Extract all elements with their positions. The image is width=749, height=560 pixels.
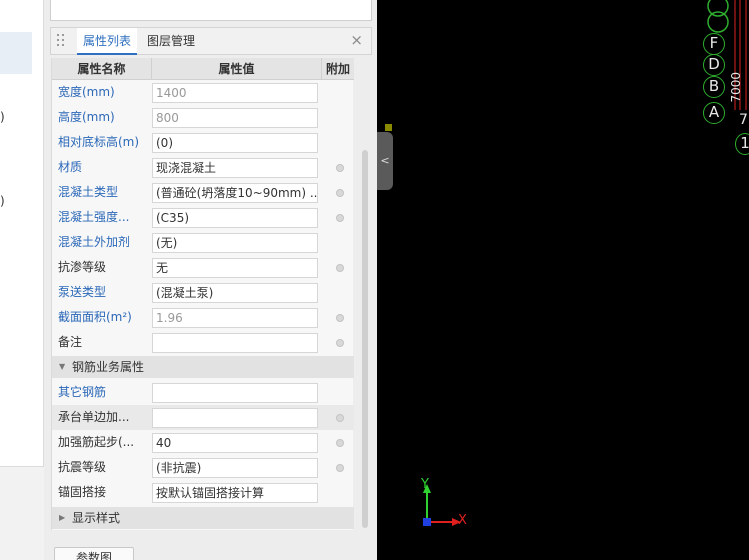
origin-square	[423, 518, 431, 526]
property-row-concrete-type[interactable]: 混凝土类型 (普通砼(坍落度10~90mm) ...	[52, 180, 354, 205]
extra-checkbox[interactable]	[336, 439, 344, 447]
property-value-input[interactable]: 无	[152, 258, 318, 278]
extra-checkbox[interactable]	[336, 264, 344, 272]
axis-circle-partial	[707, 11, 729, 33]
axis-marker-b[interactable]: B	[703, 76, 725, 98]
section-title: 显示样式	[72, 511, 121, 525]
axis-marker-1[interactable]: 1	[735, 133, 749, 155]
axis-marker-f[interactable]: F	[703, 33, 725, 55]
property-label: 承台单边加...	[58, 410, 130, 424]
axis-marker-d[interactable]: D	[703, 54, 725, 76]
axis-marker-a[interactable]: A	[703, 102, 725, 124]
property-label: 抗渗等级	[58, 260, 107, 274]
left-sidebar-text-1: )	[0, 110, 5, 124]
property-label: 材质	[58, 160, 83, 174]
parameter-diagram-button[interactable]: 参数图	[54, 547, 134, 560]
property-row-anchorage[interactable]: 锚固搭接 按默认锚固搭接计算	[52, 480, 354, 505]
extra-checkbox[interactable]	[336, 339, 344, 347]
property-row-impermeability[interactable]: 抗渗等级 无	[52, 255, 354, 280]
property-value-input[interactable]: (0)	[152, 133, 318, 153]
property-value-input[interactable]: 现浇混凝土	[152, 158, 318, 178]
extra-checkbox[interactable]	[336, 164, 344, 172]
extra-checkbox[interactable]	[336, 414, 344, 422]
property-value-input[interactable]: 800	[152, 108, 318, 128]
property-label: 混凝土外加剂	[58, 235, 131, 249]
cad-canvas[interactable]: F D B A 7000 7 1 X Y	[377, 0, 749, 560]
left-sidebar-text-2: )	[0, 194, 5, 208]
property-row-remark[interactable]: 备注	[52, 330, 354, 355]
section-display-style[interactable]: ▶ 显示样式	[52, 507, 354, 529]
left-sidebar-selected-item[interactable]	[0, 32, 32, 74]
extra-checkbox[interactable]	[336, 464, 344, 472]
property-value-input[interactable]	[152, 383, 318, 403]
dimension-text: 7	[739, 112, 748, 128]
property-value-input[interactable]	[152, 333, 318, 353]
property-value-input[interactable]: (C35)	[152, 208, 318, 228]
column-header-name: 属性名称	[52, 58, 152, 80]
property-row-concrete-strength[interactable]: 混凝土强度... (C35)	[52, 205, 354, 230]
property-value-input[interactable]: (混凝土泵)	[152, 283, 318, 303]
property-label: 锚固搭接	[58, 485, 107, 499]
tab-property-list[interactable]: 属性列表	[77, 28, 138, 55]
panel-tab-bar: 属性列表 图层管理 ×	[50, 27, 372, 55]
tab-layer-management[interactable]: 图层管理	[141, 28, 201, 55]
canvas-grip-point[interactable]	[385, 124, 392, 131]
property-label: 宽度(mm)	[58, 85, 115, 99]
property-value-input[interactable]: 1400	[152, 83, 318, 103]
property-row-seismic-grade[interactable]: 抗震等级 (非抗震)	[52, 455, 354, 480]
property-panel: 属性列表 图层管理 × 属性名称 属性值 附加 宽度(mm) 1400 高度(m…	[44, 0, 377, 560]
property-label: 截面面积(m²)	[58, 310, 132, 324]
property-label: 混凝土类型	[58, 185, 119, 199]
property-value-input[interactable]: (非抗震)	[152, 458, 318, 478]
chevron-left-icon: <	[380, 154, 390, 167]
extra-checkbox[interactable]	[336, 189, 344, 197]
panel-collapse-button[interactable]: <	[377, 132, 393, 190]
property-row-stiffener-start[interactable]: 加强筋起步(... 40	[52, 430, 354, 455]
y-axis-label: Y	[421, 477, 429, 492]
property-label: 备注	[58, 335, 83, 349]
property-row-other-rebar[interactable]: 其它钢筋	[52, 380, 354, 405]
extra-checkbox[interactable]	[336, 214, 344, 222]
collapse-arrow-icon: ▶	[59, 513, 66, 522]
property-label: 相对底标高(m)	[58, 135, 140, 149]
property-value-input[interactable]: 1.96	[152, 308, 318, 328]
dimension-text: 7000	[729, 72, 743, 103]
property-label: 高度(mm)	[58, 110, 115, 124]
vertical-scrollbar[interactable]	[362, 150, 368, 528]
x-axis-label: X	[458, 513, 467, 528]
cad-drawing	[423, 0, 747, 526]
upper-panel-box	[50, 0, 372, 21]
property-value-input[interactable]: (无)	[152, 233, 318, 253]
left-sidebar-lower-area	[0, 466, 44, 560]
property-row-width[interactable]: 宽度(mm) 1400	[52, 80, 354, 105]
property-row-pump-type[interactable]: 泵送类型 (混凝土泵)	[52, 280, 354, 305]
section-rebar-properties[interactable]: ▼ 钢筋业务属性	[52, 356, 354, 378]
property-value-input[interactable]	[152, 408, 318, 428]
property-label: 抗震等级	[58, 460, 107, 474]
column-header-value: 属性值	[152, 58, 322, 80]
property-row-material[interactable]: 材质 现浇混凝土	[52, 155, 354, 180]
property-value-input[interactable]: 按默认锚固搭接计算	[152, 483, 318, 503]
left-sidebar: ) )	[0, 0, 44, 560]
property-row-height[interactable]: 高度(mm) 800	[52, 105, 354, 130]
section-title: 钢筋业务属性	[72, 360, 145, 374]
column-header-extra: 附加	[322, 58, 354, 80]
property-value-input[interactable]: (普通砼(坍落度10~90mm) ...	[152, 183, 318, 203]
property-row-section-area[interactable]: 截面面积(m²) 1.96	[52, 305, 354, 330]
drag-grip-icon[interactable]	[55, 33, 67, 49]
property-label: 混凝土强度...	[58, 210, 130, 224]
close-icon[interactable]: ×	[350, 31, 363, 49]
property-row-admixture[interactable]: 混凝土外加剂 (无)	[52, 230, 354, 255]
extra-checkbox[interactable]	[336, 314, 344, 322]
property-row-pile-cap-rebar[interactable]: 承台单边加...	[52, 405, 354, 430]
axis-circle-partial	[707, 0, 729, 17]
property-label: 其它钢筋	[58, 385, 107, 399]
property-label: 加强筋起步(...	[58, 435, 135, 449]
property-row-bottom-elevation[interactable]: 相对底标高(m) (0)	[52, 130, 354, 155]
property-label: 泵送类型	[58, 285, 107, 299]
property-value-input[interactable]: 40	[152, 433, 318, 453]
expand-arrow-icon: ▼	[59, 362, 66, 371]
property-grid: 属性名称 属性值 附加 宽度(mm) 1400 高度(mm) 800 相对底标高…	[51, 58, 354, 530]
